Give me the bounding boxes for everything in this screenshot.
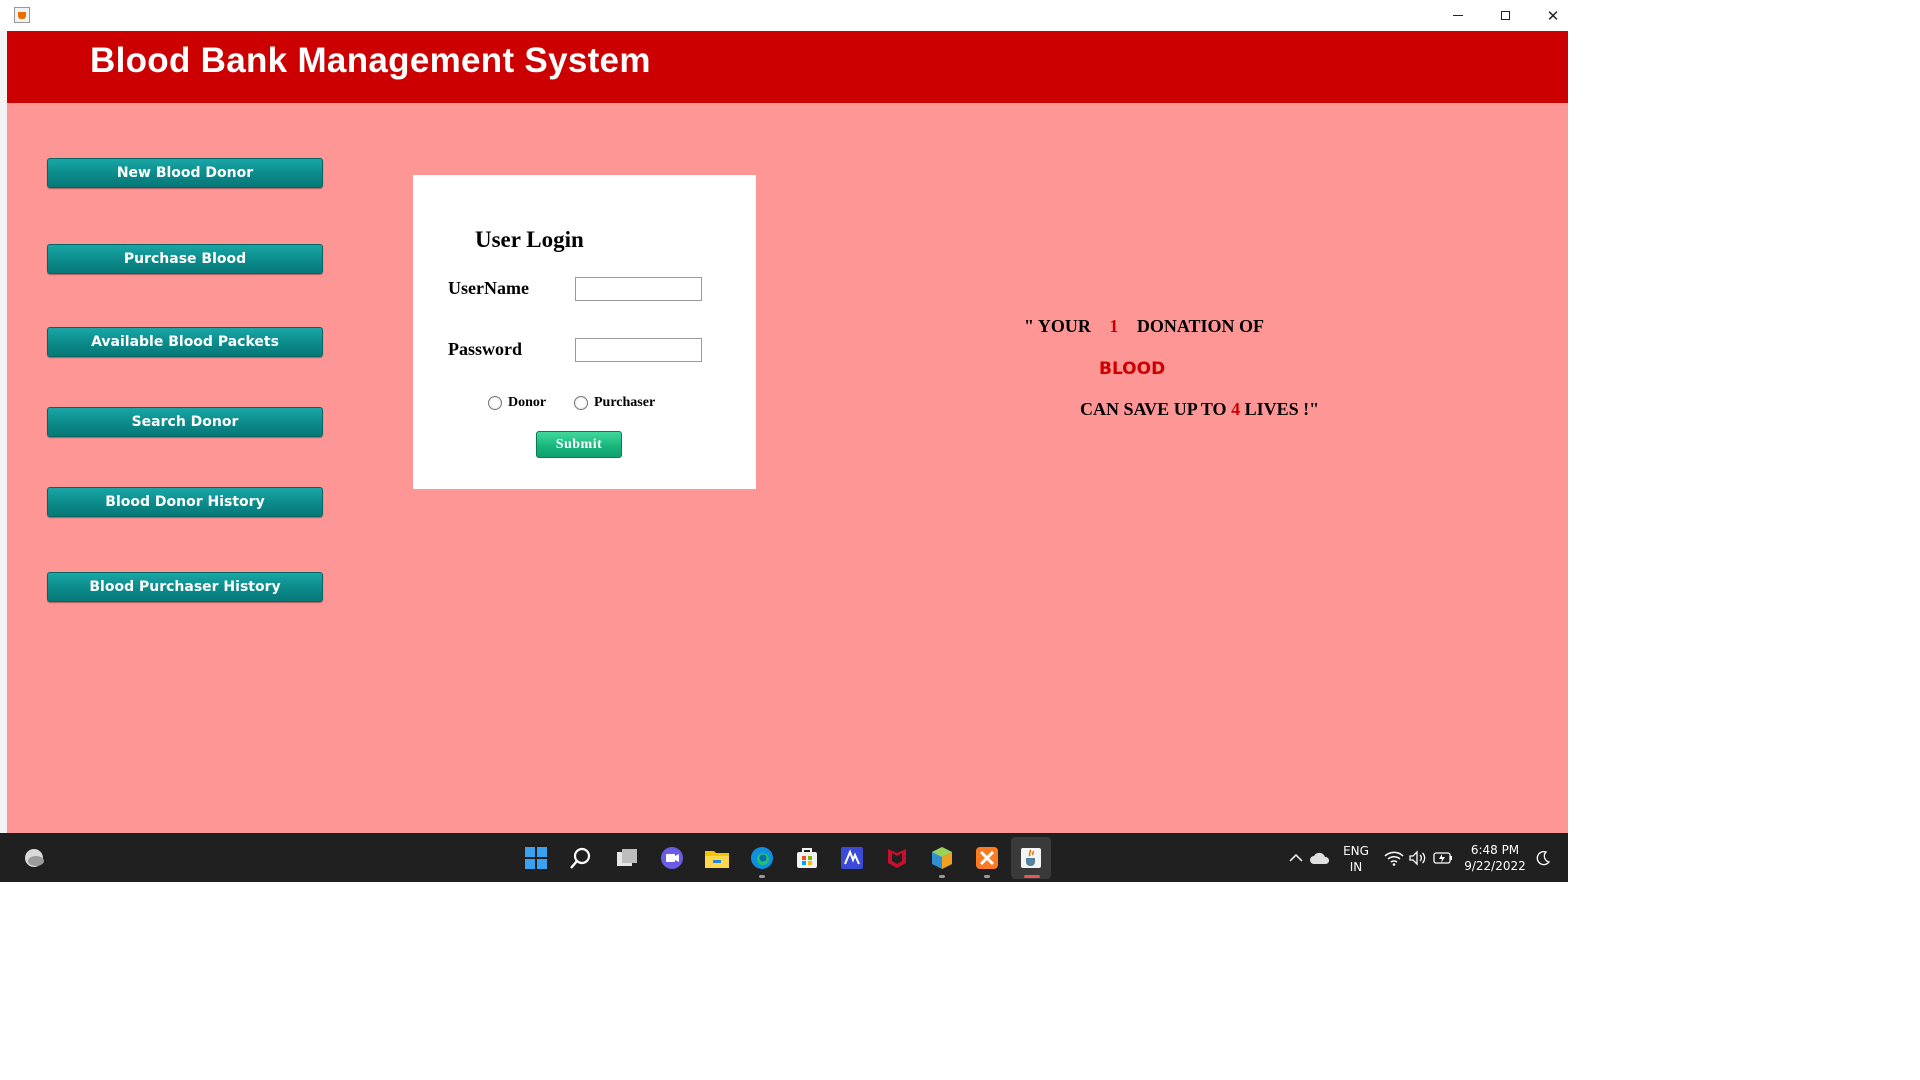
onedrive-icon[interactable]	[1307, 845, 1333, 871]
wifi-icon[interactable]	[1381, 845, 1407, 871]
quote-line-3: CAN SAVE UP TO 4 LIVES !"	[1080, 399, 1319, 420]
netbeans-running-indicator	[939, 875, 945, 878]
password-field[interactable]	[575, 338, 702, 362]
new-blood-donor-button[interactable]: New Blood Donor	[47, 158, 323, 188]
search-donor-button[interactable]: Search Donor	[47, 407, 323, 437]
app-icon[interactable]	[839, 845, 865, 871]
quote-line1-suffix: DONATION OF	[1136, 316, 1264, 336]
search-icon[interactable]	[568, 845, 594, 871]
quote-line3-prefix: CAN SAVE UP TO	[1080, 399, 1227, 419]
close-button[interactable]: ✕	[1530, 0, 1576, 31]
chat-icon[interactable]	[659, 845, 685, 871]
weather-icon[interactable]	[21, 845, 47, 871]
minimize-button[interactable]	[1435, 0, 1481, 31]
quote-number-1: 1	[1109, 316, 1119, 336]
quote-line3-suffix: LIVES !"	[1244, 399, 1320, 419]
clock-time: 6:48 PM	[1470, 843, 1520, 857]
username-label: UserName	[448, 278, 529, 298]
xampp-running-indicator	[984, 875, 990, 878]
clock-date: 9/22/2022	[1464, 859, 1526, 873]
login-panel: User Login UserName Password Donor Purch…	[413, 175, 756, 489]
donor-radio-option[interactable]: Donor	[488, 395, 546, 411]
chevron-up-icon[interactable]	[1283, 845, 1309, 871]
task-view-icon[interactable]	[614, 845, 640, 871]
quote-blood: BLOOD	[1099, 359, 1166, 379]
java-icon[interactable]	[1018, 845, 1044, 871]
window-titlebar: ✕	[0, 0, 1568, 32]
purchaser-radio-option[interactable]: Purchaser	[574, 395, 655, 411]
volume-icon[interactable]	[1405, 845, 1431, 871]
store-icon[interactable]	[794, 845, 820, 871]
taskbar: ENG IN 6:48 PM 9/22/2022	[0, 833, 1568, 882]
quote-line-1: " YOUR 1 DONATION OF	[1024, 316, 1264, 337]
quote-line1-prefix: " YOUR	[1024, 316, 1091, 336]
java-active-indicator	[1024, 875, 1040, 878]
minimize-icon	[1453, 15, 1463, 16]
close-icon: ✕	[1546, 6, 1560, 25]
donor-radio-label: Donor	[508, 395, 547, 410]
purchaser-radio[interactable]	[574, 396, 588, 410]
battery-icon[interactable]	[1430, 845, 1456, 871]
login-title: User Login	[475, 227, 584, 252]
app-content: Blood Bank Management System New Blood D…	[7, 31, 1568, 833]
clock[interactable]: 6:48 PM 9/22/2022	[1460, 842, 1530, 874]
purchaser-radio-label: Purchaser	[594, 395, 656, 410]
netbeans-icon[interactable]	[929, 845, 955, 871]
password-label: Password	[448, 339, 523, 359]
edge-icon[interactable]	[749, 845, 775, 871]
purchase-blood-button[interactable]: Purchase Blood	[47, 244, 323, 274]
language-line2: IN	[1349, 860, 1363, 874]
file-explorer-icon[interactable]	[704, 845, 730, 871]
username-field[interactable]	[575, 277, 702, 301]
java-app-icon	[14, 7, 30, 23]
edge-running-indicator	[759, 875, 765, 878]
quote-number-4: 4	[1231, 399, 1241, 419]
mcafee-icon[interactable]	[884, 845, 910, 871]
maximize-button[interactable]	[1482, 0, 1528, 31]
donor-radio[interactable]	[488, 396, 502, 410]
focus-assist-moon-icon[interactable]	[1530, 845, 1556, 871]
available-blood-packets-button[interactable]: Available Blood Packets	[47, 327, 323, 357]
submit-button[interactable]: Submit	[536, 431, 622, 458]
language-indicator[interactable]: ENG IN	[1338, 843, 1374, 875]
maximize-icon	[1500, 11, 1510, 20]
app-title: Blood Bank Management System	[90, 41, 651, 80]
blood-purchaser-history-button[interactable]: Blood Purchaser History	[47, 572, 323, 602]
language-line1: ENG	[1343, 844, 1369, 858]
app-header: Blood Bank Management System	[7, 31, 1568, 103]
blood-donor-history-button[interactable]: Blood Donor History	[47, 487, 323, 517]
xampp-icon[interactable]	[974, 845, 1000, 871]
start-icon[interactable]	[523, 845, 549, 871]
